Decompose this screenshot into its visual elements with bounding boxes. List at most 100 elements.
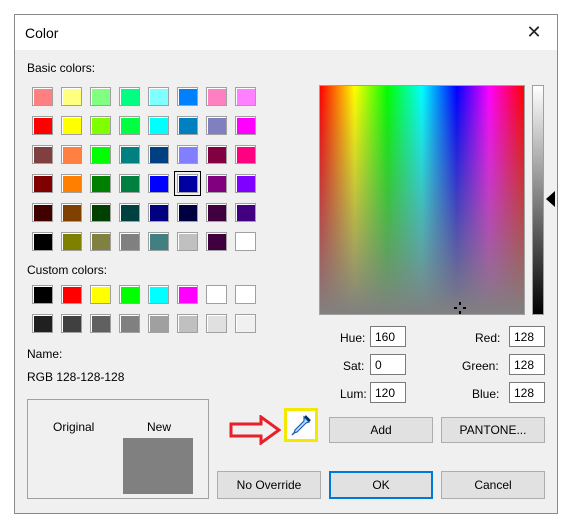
basic-color-swatch[interactable] — [61, 87, 82, 106]
custom-color-swatch[interactable] — [148, 314, 169, 333]
basic-color-swatch[interactable] — [206, 232, 227, 251]
custom-color-swatch[interactable] — [235, 285, 256, 304]
basic-color-swatch[interactable] — [61, 116, 82, 135]
lum-label: Lum: — [340, 387, 367, 401]
custom-color-swatch[interactable] — [90, 314, 111, 333]
basic-color-swatch[interactable] — [119, 87, 140, 106]
add-button[interactable]: Add — [329, 417, 433, 443]
basic-color-swatch[interactable] — [235, 232, 256, 251]
red-label: Red: — [475, 331, 501, 345]
eyedropper-button[interactable] — [284, 408, 318, 442]
basic-color-swatch[interactable] — [90, 87, 111, 106]
basic-color-swatch[interactable] — [32, 232, 53, 251]
basic-color-swatch[interactable] — [206, 174, 227, 193]
basic-color-swatch[interactable] — [177, 87, 198, 106]
custom-color-swatch[interactable] — [119, 314, 140, 333]
basic-color-swatch[interactable] — [90, 145, 111, 164]
close-button[interactable]: ✕ — [511, 15, 557, 50]
basic-color-swatch[interactable] — [206, 203, 227, 222]
name-label: Name: — [27, 347, 63, 361]
basic-color-swatch[interactable] — [119, 203, 140, 222]
original-label: Original — [53, 420, 95, 434]
annotation-arrow-icon — [229, 415, 281, 445]
basic-color-swatch[interactable] — [32, 203, 53, 222]
crosshair-icon — [454, 302, 466, 314]
color-preview: Original New — [27, 399, 209, 499]
basic-color-swatch[interactable] — [90, 174, 111, 193]
basic-color-swatch[interactable] — [32, 116, 53, 135]
custom-color-swatch[interactable] — [32, 285, 53, 304]
custom-color-swatch[interactable] — [119, 285, 140, 304]
basic-color-swatch[interactable] — [148, 203, 169, 222]
close-icon: ✕ — [526, 22, 542, 42]
basic-color-swatch[interactable] — [32, 174, 53, 193]
blue-field[interactable]: 128 — [509, 382, 545, 403]
title-bar: Color ✕ — [15, 15, 557, 50]
basic-color-swatch[interactable] — [148, 174, 169, 193]
basic-color-swatch[interactable] — [235, 116, 256, 135]
basic-color-swatch[interactable] — [61, 174, 82, 193]
color-dialog: Color ✕ Basic colors: Custom colors: Nam… — [14, 14, 558, 514]
basic-color-swatch[interactable] — [90, 203, 111, 222]
basic-colors-label: Basic colors: — [27, 61, 96, 75]
hue-label: Hue: — [340, 331, 366, 345]
basic-color-swatch[interactable] — [148, 145, 169, 164]
basic-color-swatch[interactable] — [119, 116, 140, 135]
lum-field[interactable]: 120 — [370, 382, 406, 403]
basic-color-swatch[interactable] — [235, 174, 256, 193]
basic-color-swatch[interactable] — [206, 116, 227, 135]
custom-color-swatch[interactable] — [148, 285, 169, 304]
basic-color-swatch[interactable] — [119, 232, 140, 251]
custom-color-swatch[interactable] — [206, 285, 227, 304]
basic-color-swatch[interactable] — [235, 203, 256, 222]
basic-color-swatch[interactable] — [235, 87, 256, 106]
basic-color-swatch[interactable] — [177, 232, 198, 251]
basic-color-swatch[interactable] — [177, 116, 198, 135]
basic-color-swatch[interactable] — [90, 116, 111, 135]
basic-color-swatch[interactable] — [61, 232, 82, 251]
custom-colors-label: Custom colors: — [27, 263, 108, 277]
dialog-title: Color — [25, 25, 59, 41]
basic-color-swatch[interactable] — [177, 145, 198, 164]
eyedropper-icon — [291, 415, 311, 436]
new-color-swatch — [123, 438, 193, 494]
basic-color-swatch[interactable] — [148, 87, 169, 106]
green-field[interactable]: 128 — [509, 354, 545, 375]
basic-color-swatch[interactable] — [119, 174, 140, 193]
basic-color-swatch[interactable] — [177, 203, 198, 222]
basic-color-swatch[interactable] — [206, 87, 227, 106]
no-override-button[interactable]: No Override — [217, 471, 321, 499]
ok-button[interactable]: OK — [329, 471, 433, 499]
color-spectrum[interactable] — [319, 85, 525, 315]
custom-color-swatch[interactable] — [32, 314, 53, 333]
basic-color-swatch[interactable] — [148, 116, 169, 135]
custom-color-swatch[interactable] — [206, 314, 227, 333]
blue-label: Blue: — [472, 387, 500, 401]
basic-color-swatch[interactable] — [90, 232, 111, 251]
custom-color-swatch[interactable] — [177, 314, 198, 333]
custom-color-swatch[interactable] — [61, 285, 82, 304]
basic-color-swatch[interactable] — [119, 145, 140, 164]
basic-color-swatch[interactable] — [32, 145, 53, 164]
basic-color-swatch[interactable] — [32, 87, 53, 106]
red-field[interactable]: 128 — [509, 326, 545, 347]
hue-field[interactable]: 160 — [370, 326, 406, 347]
new-label: New — [147, 420, 172, 434]
color-name-value: RGB 128-128-128 — [27, 370, 125, 384]
basic-color-swatch[interactable] — [206, 145, 227, 164]
basic-color-swatch[interactable] — [61, 145, 82, 164]
cancel-button[interactable]: Cancel — [441, 471, 545, 499]
basic-color-swatch[interactable] — [235, 145, 256, 164]
custom-color-swatch[interactable] — [90, 285, 111, 304]
basic-color-swatch[interactable] — [61, 203, 82, 222]
luminosity-arrow-icon[interactable] — [546, 191, 555, 207]
sat-label: Sat: — [343, 359, 365, 373]
custom-color-swatch[interactable] — [235, 314, 256, 333]
sat-field[interactable]: 0 — [370, 354, 406, 375]
basic-color-swatch[interactable] — [148, 232, 169, 251]
custom-color-swatch[interactable] — [177, 285, 198, 304]
custom-color-swatch[interactable] — [61, 314, 82, 333]
luminosity-slider[interactable] — [532, 85, 544, 315]
basic-color-swatch[interactable] — [174, 171, 201, 196]
pantone-button[interactable]: PANTONE... — [441, 417, 545, 443]
